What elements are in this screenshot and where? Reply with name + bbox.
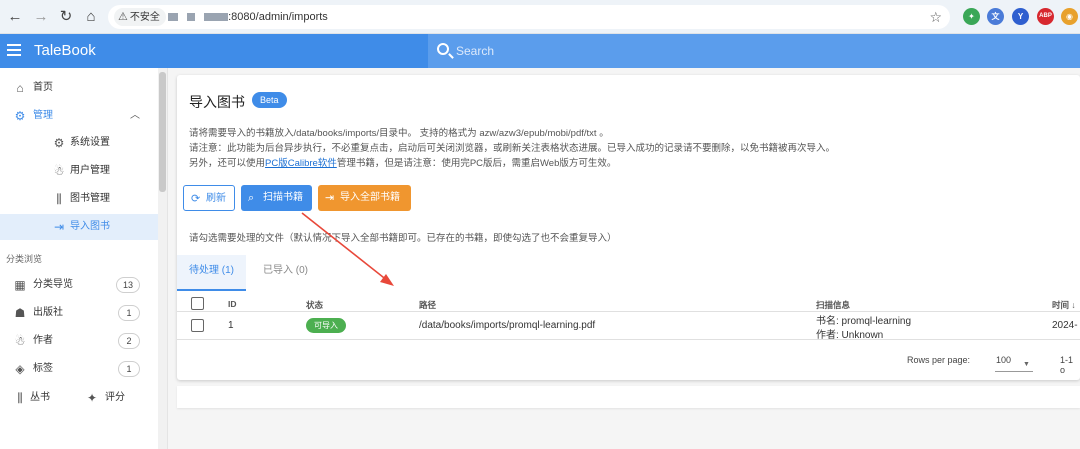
count-badge: 2 [118,333,140,349]
app-header: TaleBook Search [0,34,1080,68]
search-icon [437,43,449,55]
browser-toolbar: ← → ↻ ⌂ ⚠ 不安全 :8080/admin/imports ☆ ✦ 文 Y… [0,0,1080,34]
refresh-button[interactable]: ⟳ 刷新 [183,185,235,211]
back-icon[interactable]: ← [6,8,24,26]
select-all-checkbox[interactable] [191,297,204,310]
menu-icon[interactable] [7,44,21,57]
sidebar-item-import[interactable]: ⇥ 导入图书 [0,214,158,240]
main-content: 导入图书 Beta 请将需要导入的书籍放入/data/books/imports… [168,68,1080,449]
count-badge: 13 [115,277,140,293]
redacted-host [187,13,196,22]
search-bar[interactable]: Search [428,34,1080,68]
address-bar[interactable]: ⚠ 不安全 :8080/admin/imports ☆ [108,5,950,29]
description-line-1: 请将需要导入的书籍放入/data/books/imports/目录中。 支持的格… [189,128,609,139]
cell-id: 1 [228,320,234,331]
rating-icon: ✦ [86,391,98,405]
cell-path: /data/books/imports/promql-learning.pdf [419,320,596,331]
rows-per-page-label: Rows per page: [907,355,971,365]
column-header-time[interactable]: 时间 ↓ [1052,299,1076,311]
sidebar-item-home[interactable]: ⌂ 首页 [0,75,158,101]
library-icon: ⫼ [17,391,23,405]
page-title: 导入图书 [189,94,245,110]
home-icon[interactable]: ⌂ [82,8,100,26]
sidebar-item-rating[interactable]: ✦ 评分 [82,385,152,411]
refresh-icon: ⟳ [191,193,201,205]
selection-hint: 请勾选需要处理的文件（默认情况下导入全部书籍即可。已存在的书籍，即使勾选了也不会… [189,233,617,244]
security-chip[interactable]: ⚠ 不安全 [114,8,166,26]
table-header-divider [177,311,1080,312]
gear-icon: ⚙ [14,109,26,123]
bookmark-star-icon[interactable]: ☆ [929,8,942,26]
description-line-2: 请注意：此功能为后台异步执行，不必重复点击，启动后可关闭浏览器，或刷新关注表格状… [189,143,836,154]
sidebar-item-publisher[interactable]: ☗ 出版社 1 [0,300,158,326]
count-badge: 1 [118,305,140,321]
publisher-icon: ☗ [14,306,26,320]
row-checkbox[interactable] [191,319,204,332]
grid-icon: ▦ [14,278,26,292]
home-icon: ⌂ [16,81,24,95]
search-input[interactable]: Search [456,34,494,68]
beta-badge: Beta [252,92,287,108]
description-line-3: 另外，还可以使用PC版Calibre软件管理书籍，但是请注意：使用完PC版后，需… [189,158,617,169]
redacted-host [204,13,229,22]
tab-imported[interactable]: 已导入 (0) [251,255,320,291]
import-icon: ⇥ [325,192,335,204]
sidebar-item-users[interactable]: ☃ 用户管理 [0,158,158,184]
tab-pending[interactable]: 待处理 (1) [177,255,246,291]
extension-circle-icon[interactable]: ◉ [1061,8,1078,25]
chevron-down-icon[interactable]: ▼ [1023,361,1030,368]
import-card: 导入图书 Beta 请将需要导入的书籍放入/data/books/imports… [177,75,1080,380]
pagination-range: 1-1 o [1060,355,1074,375]
tab-bar: 待处理 (1) 已导入 (0) [177,255,1080,291]
scan-icon: ⌕ [248,192,255,204]
brand-title[interactable]: TaleBook [34,34,96,68]
column-header-path[interactable]: 路径 [419,299,436,311]
adblock-icon[interactable]: ABP [1037,8,1054,25]
column-header-status[interactable]: 状态 [306,299,323,311]
sidebar-item-books[interactable]: ⫼ 图书管理 [0,186,158,212]
cell-book-title: 书名: promql-learning [816,316,912,327]
reload-icon[interactable]: ↻ [57,8,75,26]
column-header-id[interactable]: ID [228,299,237,309]
chevron-up-icon: ︿ [130,110,140,121]
warning-icon: ⚠ [118,11,128,23]
table-row-divider [177,339,1080,340]
sidebar-scrollbar[interactable] [158,68,167,449]
library-icon: ⫼ [56,192,62,206]
status-badge: 可导入 [306,318,346,333]
user-icon: ☃ [53,164,65,178]
extension-translate-icon[interactable]: 文 [987,8,1004,25]
sidebar-item-series[interactable]: ⫼ 丛书 [0,385,80,411]
sidebar-item-categories[interactable]: ▦ 分类导览 13 [0,272,158,298]
extension-green-icon[interactable]: ✦ [963,8,980,25]
secondary-card [177,386,1080,408]
sidebar-item-tags[interactable]: ◈ 标签 1 [0,356,158,382]
import-icon: ⇥ [53,220,65,234]
column-header-scan-info[interactable]: 扫描信息 [816,299,850,311]
rows-per-page-select[interactable]: 100 [996,355,1011,365]
count-badge: 1 [118,361,140,377]
author-icon: ☃ [14,334,26,348]
calibre-link[interactable]: PC版Calibre软件 [265,158,337,169]
gear-icon: ⚙ [53,136,65,150]
url-text: :8080/admin/imports [168,5,328,29]
extension-y-icon[interactable]: Y [1012,8,1029,25]
tag-icon: ◈ [15,362,25,376]
cell-time: 2024- [1052,320,1078,331]
sidebar-item-manage[interactable]: ⚙ 管理 ︿ [0,103,158,129]
sidebar: ⌂ 首页 ⚙ 管理 ︿ ⚙ 系统设置 ☃ 用户管理 ⫼ 图书管理 ⇥ 导入图书 … [0,68,168,449]
scan-books-button[interactable]: ⌕ 扫描书籍 [241,185,312,211]
redacted-host [168,13,178,22]
select-underline [995,371,1033,372]
section-title-browse: 分类浏览 [6,254,43,264]
forward-icon[interactable]: → [32,8,50,26]
sidebar-item-author[interactable]: ☃ 作者 2 [0,328,158,354]
sidebar-item-settings[interactable]: ⚙ 系统设置 [0,130,158,156]
import-all-button[interactable]: ⇥ 导入全部书籍 [318,185,411,211]
